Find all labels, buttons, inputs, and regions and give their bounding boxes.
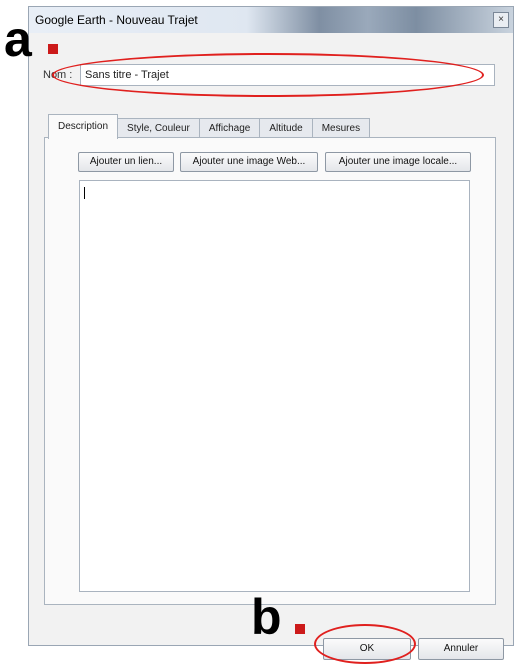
cancel-button[interactable]: Annuler [418, 638, 504, 660]
annotation-dot-a [48, 44, 58, 54]
annotation-dot-b [295, 624, 305, 634]
tab-altitude[interactable]: Altitude [259, 118, 313, 139]
tab-description[interactable]: Description [48, 114, 119, 139]
window-title: Google Earth - Nouveau Trajet [35, 13, 198, 27]
add-link-button[interactable]: Ajouter un lien... [78, 152, 174, 172]
tab-measures[interactable]: Mesures [311, 118, 371, 139]
add-local-image-button[interactable]: Ajouter une image locale... [325, 152, 471, 172]
tab-bar: Description Style, Couleur Affichage Alt… [48, 114, 371, 139]
annotation-letter-a: a [4, 11, 32, 67]
add-web-image-button[interactable]: Ajouter une image Web... [180, 152, 318, 172]
title-bar[interactable]: Google Earth - Nouveau Trajet × [29, 7, 513, 33]
description-editor[interactable] [79, 180, 470, 592]
annotation-letter-b: b [251, 589, 282, 645]
close-icon[interactable]: × [493, 12, 509, 28]
annotation-highlight-ok-button [314, 624, 416, 664]
annotation-highlight-name-field [52, 53, 484, 97]
text-caret [84, 187, 85, 199]
tab-display[interactable]: Affichage [198, 118, 261, 139]
tab-style-color[interactable]: Style, Couleur [117, 118, 200, 139]
